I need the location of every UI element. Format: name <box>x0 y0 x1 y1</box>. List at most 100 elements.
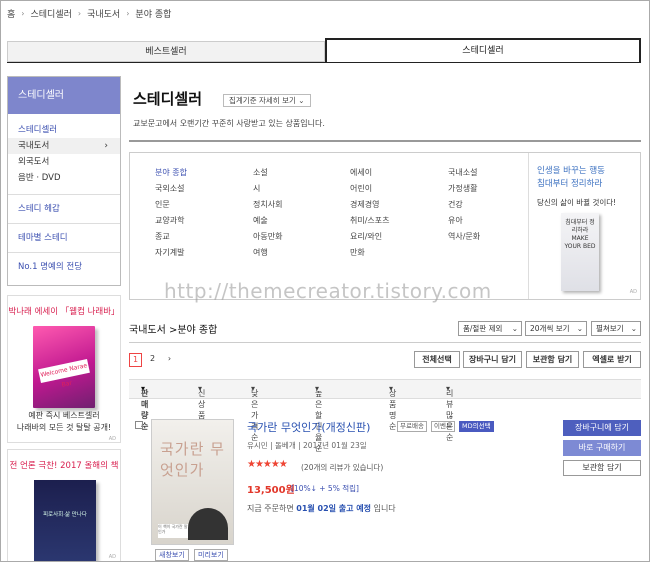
promo-book-text: Welcome Narae Bar <box>38 358 90 389</box>
category-item[interactable]: 시 <box>253 183 260 194</box>
sidebar-link-steady[interactable]: 스테디 헤갑 <box>8 194 120 223</box>
divider <box>129 140 641 142</box>
add-to-cart-button[interactable]: 장바구니에 담기 <box>563 420 641 436</box>
category-item[interactable]: 경제경영 <box>350 199 379 210</box>
soldout-filter-select[interactable]: 품/절판 제외 ⌄ <box>458 321 522 336</box>
category-item[interactable]: 역사/문화 <box>448 231 480 242</box>
free-shipping-badge: 무료배송 <box>397 421 427 432</box>
criteria-detail-button[interactable]: 집계기준 자세히 보기 ⌄ <box>223 94 311 107</box>
book-publisher[interactable]: 돌베개 <box>275 441 296 450</box>
category-item[interactable]: 국외소설 <box>155 183 184 194</box>
breadcrumb-steady[interactable]: 스테디셀러 <box>30 7 71 20</box>
category-item[interactable]: 종교 <box>155 231 170 242</box>
category-item[interactable]: 아동만화 <box>253 231 282 242</box>
chevron-right-icon: › <box>126 9 130 18</box>
ad-title-1: 인생을 바꾸는 행동 <box>537 166 605 176</box>
ad-book-text: 침대부터 정리하라 MAKE YOUR BED <box>564 219 596 250</box>
category-ad-panel[interactable]: 인생을 바꾸는 행동 침대부터 정리하라 당신의 삶이 바뀔 것이다! 침대부터… <box>528 153 641 299</box>
tab-steadyseller[interactable]: 스테디셀러 <box>325 38 641 62</box>
category-item[interactable]: 에세이 <box>350 167 372 178</box>
breadcrumb-domestic[interactable]: 국내도서 <box>87 7 120 20</box>
category-item[interactable]: 소설 <box>253 167 268 178</box>
new-window-button[interactable]: 새창보기 <box>155 549 189 561</box>
category-item[interactable]: 인문 <box>155 199 170 210</box>
sidebar-item-foreign[interactable]: 외국도서 <box>8 154 120 170</box>
top-tabs: 베스트셀러 스테디셀러 <box>7 38 641 62</box>
ship-date: 01월 02일 출고 예정 <box>296 504 372 513</box>
shipping-info: 지금 주문하면 01월 02일 출고 예정 입니다 <box>247 503 396 514</box>
category-item[interactable]: 예술 <box>253 215 268 226</box>
view-mode-select[interactable]: 펼쳐보기 ⌄ <box>591 321 641 336</box>
breadcrumb-home[interactable]: 홈 <box>7 7 15 20</box>
add-wishlist-button[interactable]: 보관함 담기 <box>526 351 579 368</box>
sort-name[interactable]: 상품명순 ▾ <box>389 384 396 431</box>
select-all-button[interactable]: 전체선택 <box>414 351 460 368</box>
section-title: 국내도서 >분야 종합 <box>129 325 218 336</box>
category-item[interactable]: 여행 <box>253 247 268 258</box>
category-item[interactable]: 국내소설 <box>448 167 477 178</box>
promo-book-cover: 피로사회·삶 만나다 <box>34 480 96 561</box>
promo-line2: 나래바의 모든 것 탈탈 공개! <box>16 423 112 432</box>
sort-label: 상품명순 <box>389 389 397 431</box>
category-item[interactable]: 가정생활 <box>448 183 477 194</box>
category-item[interactable]: 건강 <box>448 199 463 210</box>
save-to-wishlist-button[interactable]: 보관함 담기 <box>563 460 641 476</box>
cover-portrait <box>188 508 228 540</box>
sidebar-link-theme[interactable]: 테마별 스테디 <box>8 223 120 252</box>
category-item-all[interactable]: 분야 종합 <box>155 167 187 178</box>
category-item[interactable]: 정치사회 <box>253 199 282 210</box>
select-value: 품/절판 제외 <box>463 324 503 333</box>
category-item[interactable]: 요리/와인 <box>350 231 382 242</box>
category-box: 분야 종합 소설 에세이 국내소설 국외소설 시 어린이 가정생활 인문 정치사… <box>129 152 641 300</box>
page-size-select[interactable]: 20개씩 보기 ⌄ <box>525 321 587 336</box>
ad-title-2: 침대부터 정리하라 <box>537 179 603 189</box>
ad-label: AD <box>108 436 116 442</box>
next-page-icon[interactable]: › <box>163 353 176 367</box>
promo-banner-book-of-year[interactable]: 전 언론 극찬! 2017 올해의 책 피로사회·삶 만나다 AD <box>7 449 121 561</box>
sidebar-category-title[interactable]: 스테디셀러 <box>8 123 120 138</box>
buy-now-button[interactable]: 바로 구매하기 <box>563 440 641 456</box>
preview-button[interactable]: 미리보기 <box>194 549 228 561</box>
chevron-down-icon: ⌄ <box>630 324 637 333</box>
sidebar: 스테디셀러 스테디셀러 국내도서 › 외국도서 음반 · DVD 스테디 헤갑 … <box>7 76 121 286</box>
category-item[interactable]: 유아 <box>448 215 463 226</box>
event-badge: 이벤트 <box>431 421 455 432</box>
book-author[interactable]: 유시민 <box>247 441 268 450</box>
sidebar-item-domestic[interactable]: 국내도서 › <box>8 138 120 154</box>
pagination: 1 2 › <box>129 353 176 367</box>
category-item[interactable]: 취미/스포츠 <box>350 215 390 226</box>
category-item[interactable]: 자기계발 <box>155 247 184 258</box>
review-count[interactable]: (20개의 리뷰가 있습니다) <box>301 462 383 473</box>
promo-banner-nare[interactable]: 박나래 에세이 「웰컴 나래바」 Welcome Narae Bar 예판 즉시… <box>7 295 121 443</box>
tab-bestseller[interactable]: 베스트셀러 <box>7 41 325 62</box>
ad-book-cover: 침대부터 정리하라 MAKE YOUR BED <box>561 213 599 291</box>
page-description: 교보문고에서 오랜기간 꾸준히 사랑받고 있는 상품입니다. <box>133 119 325 128</box>
cover-note: 이 책이 국가란 말인가 <box>158 524 188 538</box>
sort-low-price[interactable]: 낮은가격순 ▾ <box>251 384 258 442</box>
sidebar-link-hall[interactable]: No.1 명예의 전당 <box>8 252 120 281</box>
sort-bar: 판매량순▾ 신상품순▾ 낮은가격순▾ 높은 할인율순▾ 상품명순▾ 리뷰많은 순… <box>129 379 641 453</box>
add-cart-button[interactable]: 장바구니 담기 <box>463 351 522 368</box>
page-1[interactable]: 1 <box>129 353 142 367</box>
category-item[interactable]: 교양과학 <box>155 215 184 226</box>
sort-review[interactable]: 리뷰많은 순 ▾ <box>446 384 453 442</box>
ship-suffix: 입니다 <box>373 504 396 513</box>
ad-subtitle: 당신의 삶이 바뀔 것이다! <box>537 198 617 207</box>
book-title-link[interactable]: 국가란 무엇인가(개정신판) <box>247 419 370 435</box>
sort-new[interactable]: 신상품순▾ <box>198 384 205 431</box>
chevron-right-icon: › <box>21 9 25 18</box>
chevron-down-icon: ⌄ <box>298 96 305 105</box>
watermark: http://themecreator.tistory.com <box>164 279 492 303</box>
rating-stars: ★★★★★ <box>247 459 288 470</box>
category-item[interactable]: 어린이 <box>350 183 372 194</box>
category-item[interactable]: 만화 <box>350 247 365 258</box>
sort-discount[interactable]: 높은 할인율순 ▾ <box>315 384 322 453</box>
page-2[interactable]: 2 <box>146 353 159 367</box>
book-checkbox[interactable] <box>135 421 143 429</box>
breadcrumb-all[interactable]: 분야 종합 <box>135 7 171 20</box>
book-cover[interactable]: 국가란 무엇인가 이 책이 국가란 말인가 <box>151 419 234 545</box>
chevron-right-icon: › <box>77 9 82 18</box>
sort-sales[interactable]: 판매량순 ▾ <box>141 384 148 431</box>
export-excel-button[interactable]: 엑셀로 받기 <box>583 351 641 368</box>
sidebar-item-music[interactable]: 음반 · DVD <box>8 170 120 186</box>
